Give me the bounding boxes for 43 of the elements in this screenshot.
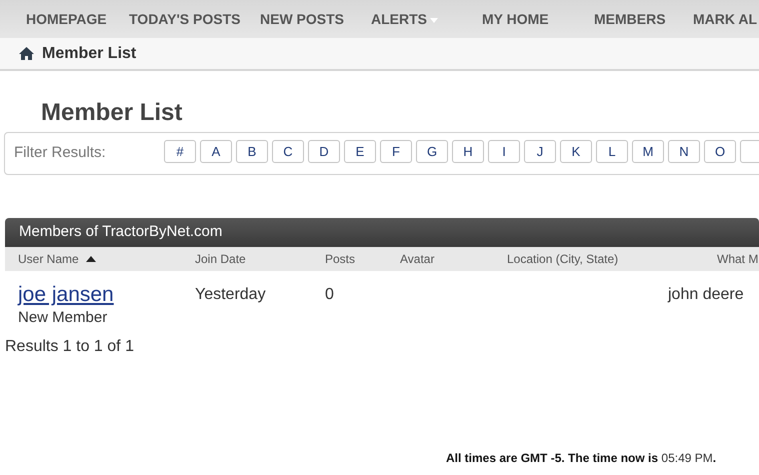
username-link[interactable]: joe jansen: [18, 283, 114, 307]
nav-link[interactable]: HOMEPAGE: [26, 8, 129, 30]
column-header[interactable]: Posts: [325, 250, 356, 268]
letter-button[interactable]: I: [488, 140, 520, 163]
filter-label: Filter Results:: [14, 143, 107, 163]
letter-button[interactable]: C: [272, 140, 304, 163]
caret-icon: [430, 18, 438, 23]
letter-button[interactable]: E: [344, 140, 376, 163]
letter-button[interactable]: G: [416, 140, 448, 163]
letter-button[interactable]: K: [560, 140, 592, 163]
nav-link[interactable]: NEW POSTS: [260, 8, 371, 30]
letter-button[interactable]: #: [164, 140, 196, 163]
column-header[interactable]: Location (City, State): [507, 250, 618, 268]
letter-button[interactable]: O: [704, 140, 736, 163]
nav-link[interactable]: MY HOME: [482, 8, 594, 30]
member-rank: New Member: [18, 309, 108, 327]
footer-time-note: All times are GMT -5. The time now is 05:49 PM.: [446, 450, 716, 467]
nav-link[interactable]: MARK AL: [693, 8, 759, 30]
column-header[interactable]: User Name: [18, 250, 96, 268]
results-count: Results 1 to 1 of 1: [5, 337, 135, 357]
nav-link[interactable]: TODAY'S POSTS: [129, 8, 260, 30]
home-icon[interactable]: [19, 47, 34, 60]
breadcrumb-title: Member List: [42, 44, 136, 64]
letter-button[interactable]: L: [596, 140, 628, 163]
letter-button[interactable]: H: [452, 140, 484, 163]
column-header[interactable]: Avatar: [400, 250, 434, 268]
letter-button[interactable]: A: [200, 140, 232, 163]
join-date: Yesterday: [195, 285, 267, 305]
column-header[interactable]: Join Date: [195, 250, 246, 268]
table-cell-text: john deere: [668, 285, 744, 305]
column-header[interactable]: What M: [717, 250, 758, 268]
table-title: Members of TractorByNet.com: [19, 222, 222, 242]
nav-link[interactable]: ALERTS: [371, 8, 482, 30]
sort-arrow-icon: [86, 256, 96, 262]
letter-button[interactable]: N: [668, 140, 700, 163]
letter-button[interactable]: D: [308, 140, 340, 163]
nav-link[interactable]: MEMBERS: [594, 8, 693, 30]
letter-button[interactable]: M: [632, 140, 664, 163]
post-count: 0: [325, 285, 335, 305]
page-title: Member List: [41, 98, 184, 128]
letter-button[interactable]: B: [236, 140, 268, 163]
letter-button[interactable]: J: [524, 140, 556, 163]
letter-button[interactable]: F: [380, 140, 412, 163]
